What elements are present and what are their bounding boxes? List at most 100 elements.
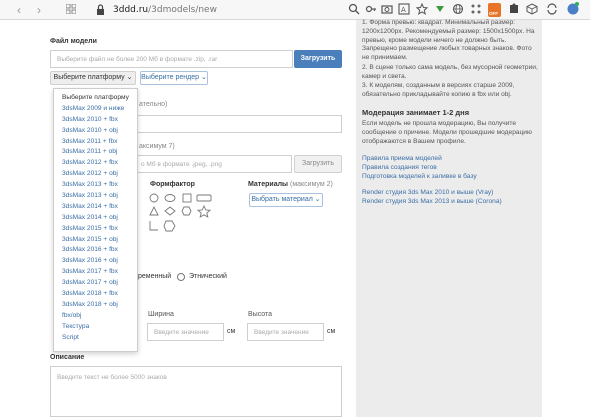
preview-input[interactable]: о Мб в формате .jpeg, .png (137, 155, 292, 173)
dropdown-item[interactable]: 3dsMax 2013 + fbx (62, 180, 137, 191)
chevron-down-icon: ⌄ (200, 74, 207, 81)
formfactor-star-icon (196, 204, 212, 218)
materials-hint: (максимум 2) (289, 181, 333, 188)
rule-3: 3. К моделям, созданным в версиях старше… (362, 82, 515, 98)
formfactor-rhombus-icon (164, 206, 176, 216)
dropdown-item[interactable]: Script (62, 333, 137, 344)
dropdown-item[interactable]: 3dsMax 2016 + obj (62, 256, 137, 267)
description-textarea[interactable]: Введите текст не более 5000 знаков (50, 366, 342, 417)
extension-badge-icon[interactable]: OFF (488, 3, 501, 17)
width-label: Ширина (148, 311, 174, 318)
material-select[interactable]: Выбрать материал ⌄ (249, 193, 323, 207)
dropdown-item[interactable]: 3dsMax 2013 + obj (62, 191, 137, 202)
browser-toolbar: ‹ › 3ddd.ru/3dmodels/new A OFF (0, 0, 590, 20)
link-model-prep[interactable]: Подготовка моделей к заливке в базу (362, 173, 477, 180)
chevron-down-icon: ⌄ (314, 196, 321, 203)
link-render-corona[interactable]: Render студия 3ds Max 2013 и выше (Coron… (362, 198, 502, 205)
formfactor-pentagon-icon (163, 220, 176, 232)
link-render-vray[interactable]: Render студия 3ds Max 2010 и выше (Vray) (362, 189, 493, 196)
camera-icon[interactable] (381, 3, 393, 15)
dropdown-item[interactable]: 3dsMax 2010 + fbx (62, 115, 137, 126)
width-input[interactable]: Введите значение (147, 323, 224, 341)
style-ethnic-label: Этнический (189, 273, 227, 280)
file-input[interactable]: Выберите файл не более 200 Мб в формате … (50, 50, 293, 68)
description-label: Описание (50, 354, 85, 361)
dropdown-item[interactable]: 3dsMax 2012 + fbx (62, 158, 137, 169)
svg-text:A: A (401, 6, 406, 14)
chevron-down-icon: ⌄ (126, 74, 133, 81)
link-tag-rules[interactable]: Правила создания тегов (362, 164, 437, 171)
download-arrow-icon[interactable] (434, 3, 446, 15)
formfactor-label: Формфактор (150, 181, 195, 188)
hidden-input[interactable] (137, 115, 342, 133)
style-ethnic-radio[interactable] (177, 273, 185, 281)
formfactor-rect-icon (196, 194, 212, 202)
tabs-grid-icon[interactable] (64, 3, 78, 17)
render-select[interactable]: Выберите рендер ⌄ (140, 71, 208, 85)
dropdown-item[interactable]: Выберите платформу (62, 93, 137, 104)
dropdown-item[interactable]: fbx/obj (62, 311, 137, 322)
dropdown-item[interactable]: 3dsMax 2015 + obj (62, 235, 137, 246)
cube-icon[interactable] (526, 3, 538, 15)
profile-icon[interactable] (566, 1, 580, 17)
platform-select-label: Выберите платформу (53, 74, 125, 81)
moderation-text: Если модель не прошла модерацию, Вы полу… (362, 120, 532, 145)
dropdown-item[interactable]: 3dsMax 2015 + fbx (62, 224, 137, 235)
dropdown-item[interactable]: 3dsMax 2018 + fbx (62, 289, 137, 300)
dropdown-item[interactable]: 3dsMax 2012 + obj (62, 169, 137, 180)
dropdown-item[interactable]: 3dsMax 2014 + fbx (62, 202, 137, 213)
key-icon[interactable] (365, 3, 377, 15)
formfactor-ellipse-icon (164, 194, 176, 202)
materials-label: Материалы (максимум 2) (248, 181, 333, 188)
materials-label-text: Материалы (248, 181, 289, 188)
height-label: Высота (248, 311, 273, 318)
link-model-rules[interactable]: Правила приема моделей (362, 155, 442, 162)
hidden-field-label: ательно) (139, 101, 168, 108)
upload-button[interactable]: Загрузить (294, 50, 342, 68)
address-bar[interactable]: 3ddd.ru/3dmodels/new (113, 5, 217, 15)
formfactor-corner-icon (149, 221, 158, 231)
dropdown-item[interactable]: 3dsMax 2017 + fbx (62, 267, 137, 278)
formfactor-shapes[interactable] (148, 192, 216, 234)
formfactor-triangle-icon (149, 205, 159, 216)
file-label: Файл модели (50, 38, 97, 45)
grid-apps-icon[interactable] (470, 3, 482, 15)
formfactor-circle-icon (149, 193, 159, 203)
dropdown-item[interactable]: 3dsMax 2011 + obj (62, 147, 137, 158)
dropdown-item[interactable]: 3dsMax 2016 + fbx (62, 245, 137, 256)
formfactor-hexagon-icon (181, 206, 192, 216)
moderation-title: Модерация занимает 1-2 дня (362, 108, 470, 117)
rule-1: 1. Форма превью: квадрат. Минимальный ра… (362, 19, 535, 62)
platform-dropdown: Выберите платформу 3dsMax 2009 и ниже 3d… (53, 88, 138, 352)
lock-icon (97, 4, 104, 15)
badge-text: OFF (489, 11, 498, 16)
preview-upload-button[interactable]: Загрузить (294, 155, 342, 173)
style-modern-label: ременный (138, 273, 172, 280)
width-unit: см (227, 328, 236, 335)
globe-icon[interactable] (452, 3, 464, 15)
dropdown-item[interactable]: 3dsMax 2011 + fbx (62, 137, 137, 148)
url-path: /3dmodels/new (148, 5, 217, 15)
height-input[interactable]: Введите значение (247, 323, 324, 341)
star-icon[interactable] (416, 3, 428, 15)
search-icon[interactable] (348, 3, 360, 15)
dropdown-item[interactable]: 3dsMax 2014 + obj (62, 213, 137, 224)
material-select-label: Выбрать материал (251, 196, 313, 203)
platform-select[interactable]: Выберите платформу ⌄ (50, 71, 136, 85)
back-icon[interactable]: ‹ (12, 3, 26, 17)
render-select-label: Выберите рендер (141, 74, 199, 81)
rule-2: 2. В сцене только сама модель, без мусор… (362, 64, 538, 80)
url-domain: 3ddd.ru (113, 5, 149, 15)
forward-icon[interactable]: › (32, 3, 46, 17)
sync-icon[interactable] (546, 3, 558, 15)
dropdown-item[interactable]: 3dsMax 2018 + obj (62, 300, 137, 311)
formfactor-square-icon (182, 193, 192, 203)
translate-icon[interactable]: A (398, 3, 410, 15)
dropdown-item[interactable]: Текстура (62, 322, 137, 333)
dropdown-item[interactable]: 3dsMax 2010 + obj (62, 126, 137, 137)
puzzle-icon[interactable] (508, 3, 520, 15)
dropdown-item[interactable]: 3dsMax 2017 + obj (62, 278, 137, 289)
dropdown-item[interactable]: 3dsMax 2009 и ниже (62, 104, 137, 115)
preview-label: аксимум 7) (139, 143, 175, 150)
height-unit: см (327, 328, 336, 335)
